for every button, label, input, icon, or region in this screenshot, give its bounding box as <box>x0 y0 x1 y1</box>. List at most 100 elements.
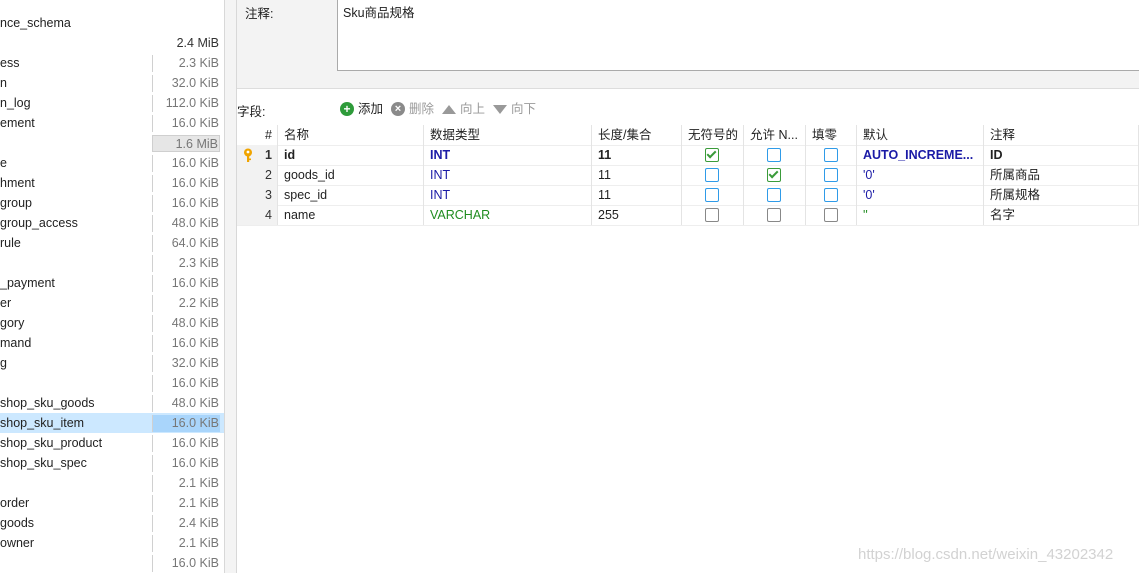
field-type[interactable]: INT <box>424 185 592 205</box>
unsigned-checkbox[interactable] <box>705 148 719 162</box>
column-header[interactable]: 长度/集合 <box>592 125 682 145</box>
field-name[interactable]: id <box>278 145 424 165</box>
tree-item-name: e <box>0 156 7 170</box>
add-field-button[interactable]: + 添加 <box>340 101 383 117</box>
column-header[interactable]: 注释 <box>984 125 1139 145</box>
tree-item[interactable]: ement 16.0 KiB <box>0 113 224 133</box>
field-type[interactable]: INT <box>424 165 592 185</box>
tree-item[interactable]: 16.0 KiB <box>0 553 224 573</box>
tree-item[interactable]: hment 16.0 KiB <box>0 173 224 193</box>
row-number: 3 <box>237 185 278 205</box>
field-row[interactable]: 4 name VARCHAR 255 '' 名字 <box>237 205 1139 226</box>
delete-icon: × <box>391 102 405 116</box>
tree-item-name: hment <box>0 176 35 190</box>
tree-item-size: 2.3 KiB <box>152 55 220 72</box>
column-header[interactable]: # <box>237 125 278 145</box>
field-row[interactable]: 1 id INT 11 AUTO_INCREME... ID <box>237 145 1139 166</box>
tree-item[interactable]: shop_sku_goods 48.0 KiB <box>0 393 224 413</box>
tree-item[interactable]: 2.1 KiB <box>0 473 224 493</box>
zerofill-checkbox[interactable] <box>823 208 838 222</box>
tree-item[interactable]: mand 16.0 KiB <box>0 333 224 353</box>
tree-item[interactable]: shop_sku_item 16.0 KiB <box>0 413 224 433</box>
tree-item[interactable]: 2.4 MiB <box>0 33 224 53</box>
tree-item-size: 48.0 KiB <box>152 395 220 412</box>
tree-item[interactable]: 16.0 KiB <box>0 373 224 393</box>
move-up-button[interactable]: 向上 <box>442 101 485 117</box>
unsigned-checkbox[interactable] <box>705 168 719 182</box>
tree-item[interactable]: shop_sku_spec 16.0 KiB <box>0 453 224 473</box>
tree-item[interactable]: owner 2.1 KiB <box>0 533 224 553</box>
field-row[interactable]: 2 goods_id INT 11 '0' 所属商品 <box>237 165 1139 186</box>
field-default[interactable]: '0' <box>857 185 984 205</box>
field-name[interactable]: name <box>278 205 424 225</box>
tree-item-size: 64.0 KiB <box>152 235 220 252</box>
field-default[interactable]: '' <box>857 205 984 225</box>
field-comment[interactable]: 名字 <box>984 205 1139 225</box>
tree-item[interactable]: group_access 48.0 KiB <box>0 213 224 233</box>
field-row[interactable]: 3 spec_id INT 11 '0' 所属规格 <box>237 185 1139 206</box>
fields-label: 字段: <box>237 105 266 119</box>
arrow-up-icon <box>442 104 456 114</box>
allow-null-checkbox[interactable] <box>767 168 781 182</box>
delete-label: 删除 <box>409 102 435 116</box>
unsigned-checkbox[interactable] <box>705 188 719 202</box>
field-length[interactable]: 255 <box>592 205 682 225</box>
tree-item[interactable]: 1.6 MiB <box>0 133 224 153</box>
allow-null-checkbox[interactable] <box>767 148 781 162</box>
tree-item[interactable]: e 16.0 KiB <box>0 153 224 173</box>
move-down-button[interactable]: 向下 <box>493 101 536 117</box>
zerofill-checkbox[interactable] <box>823 148 838 162</box>
tree-item[interactable]: gory 48.0 KiB <box>0 313 224 333</box>
tree-item[interactable]: n_log 112.0 KiB <box>0 93 224 113</box>
field-name[interactable]: spec_id <box>278 185 424 205</box>
tree-item[interactable]: 2.3 KiB <box>0 253 224 273</box>
column-header[interactable]: 默认 <box>857 125 984 145</box>
tree-item[interactable]: rule 64.0 KiB <box>0 233 224 253</box>
tree-item[interactable]: ess 2.3 KiB <box>0 53 224 73</box>
tree-item-size: 48.0 KiB <box>152 315 220 332</box>
tree-item[interactable]: group 16.0 KiB <box>0 193 224 213</box>
panel-splitter[interactable] <box>224 0 237 573</box>
tree-item-size: 16.0 KiB <box>152 335 220 352</box>
field-default[interactable]: '0' <box>857 165 984 185</box>
tree-item-size: 112.0 KiB <box>152 95 220 112</box>
comment-section: 注释: Sku商品规格 <box>237 0 1139 88</box>
move-down-label: 向下 <box>511 102 537 116</box>
field-comment[interactable]: 所属规格 <box>984 185 1139 205</box>
column-header[interactable]: 填零 <box>806 125 857 145</box>
tree-item[interactable]: goods 2.4 KiB <box>0 513 224 533</box>
tree-item[interactable]: order 2.1 KiB <box>0 493 224 513</box>
tree-item[interactable]: g 32.0 KiB <box>0 353 224 373</box>
tree-item[interactable]: er 2.2 KiB <box>0 293 224 313</box>
allow-null-checkbox[interactable] <box>767 208 781 222</box>
field-comment[interactable]: 所属商品 <box>984 165 1139 185</box>
column-header[interactable]: 无符号的 <box>682 125 744 145</box>
database-tree[interactable]: nce_schema 2.4 MiB ess 2.3 KiB n 32.0 KiB n_lo… <box>0 0 224 573</box>
tree-item-name: n_log <box>0 96 31 110</box>
comment-input[interactable]: Sku商品规格 <box>337 0 1139 71</box>
field-default[interactable]: AUTO_INCREME... <box>857 145 984 165</box>
watermark: https://blog.csdn.net/weixin_43202342 <box>858 546 1114 563</box>
column-header[interactable]: 允许 N... <box>744 125 806 145</box>
field-type[interactable]: VARCHAR <box>424 205 592 225</box>
field-length[interactable]: 11 <box>592 165 682 185</box>
tree-item[interactable]: shop_sku_product 16.0 KiB <box>0 433 224 453</box>
zerofill-checkbox[interactable] <box>823 188 838 202</box>
field-length[interactable]: 11 <box>592 145 682 165</box>
column-header[interactable]: 数据类型 <box>424 125 592 145</box>
field-name[interactable]: goods_id <box>278 165 424 185</box>
unsigned-checkbox[interactable] <box>705 208 719 222</box>
field-type[interactable]: INT <box>424 145 592 165</box>
delete-field-button[interactable]: × 删除 <box>391 101 434 117</box>
zerofill-checkbox[interactable] <box>823 168 838 182</box>
primary-key-icon <box>244 148 252 162</box>
tree-item[interactable]: _payment 16.0 KiB <box>0 273 224 293</box>
field-comment[interactable]: ID <box>984 145 1139 165</box>
field-length[interactable]: 11 <box>592 185 682 205</box>
tree-item[interactable]: nce_schema <box>0 13 224 33</box>
tree-item-size: 16.0 KiB <box>152 175 220 192</box>
column-header[interactable]: 名称 <box>278 125 424 145</box>
allow-null-checkbox[interactable] <box>767 188 781 202</box>
tree-item-name: group <box>0 196 32 210</box>
tree-item[interactable]: n 32.0 KiB <box>0 73 224 93</box>
